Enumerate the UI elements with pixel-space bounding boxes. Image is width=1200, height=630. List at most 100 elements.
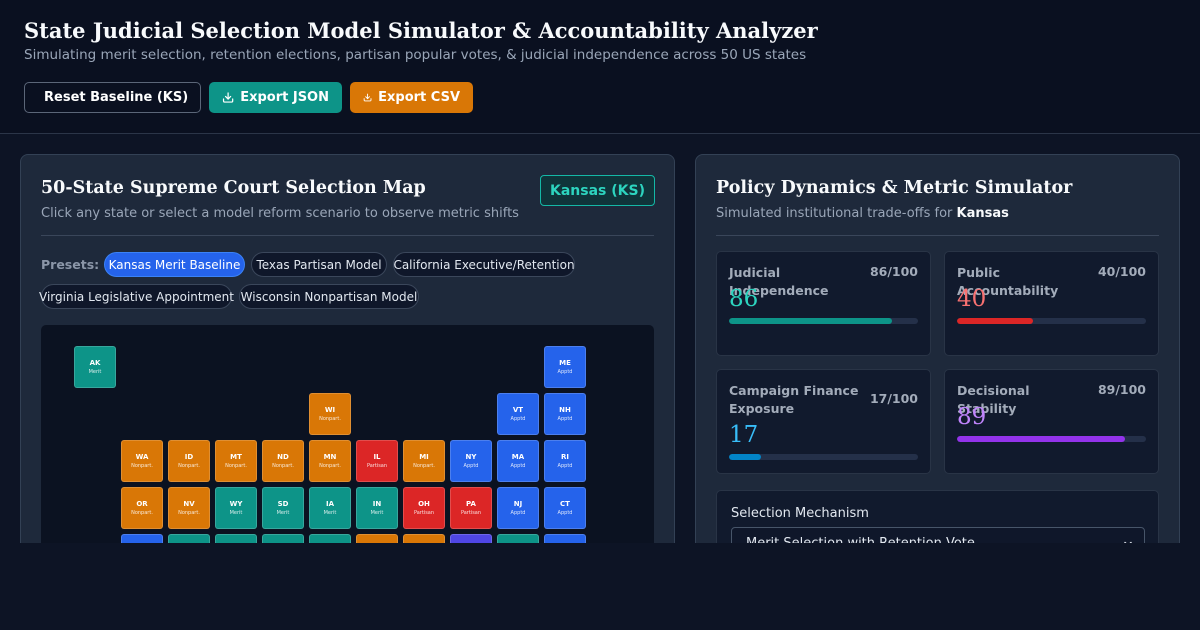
divider: [716, 235, 1159, 236]
state-tile[interactable]: MN Nonpart.: [309, 440, 351, 482]
state-tile[interactable]: PA Partisan: [450, 487, 492, 529]
state-model: Apptd: [510, 415, 526, 422]
state-abbr: ND: [277, 452, 289, 461]
state-model: Merit: [323, 509, 337, 516]
state-tile[interactable]: CT Apptd: [544, 487, 586, 529]
subtitle-state-name: Kansas: [956, 206, 1009, 221]
download-icon: [363, 93, 372, 102]
state-model: Nonpart.: [131, 509, 153, 516]
state-model: Merit: [88, 368, 102, 375]
state-tile[interactable]: MT Nonpart.: [215, 440, 257, 482]
selection-mechanism-label: Selection Mechanism: [731, 506, 869, 521]
state-abbr: IL: [373, 452, 381, 461]
state-model: Partisan: [460, 509, 482, 516]
state-abbr: CT: [560, 499, 570, 508]
state-tile[interactable]: NJ Apptd: [497, 487, 539, 529]
state-model: Apptd: [557, 415, 573, 422]
metric-value: 89: [957, 404, 987, 430]
state-abbr: WY: [229, 499, 243, 508]
state-tile[interactable]: SD Merit: [262, 487, 304, 529]
state-abbr: OH: [418, 499, 430, 508]
state-tile[interactable]: MI Nonpart.: [403, 440, 445, 482]
state-abbr: RI: [561, 452, 569, 461]
preset-chip[interactable]: Wisconsin Nonpartisan Model: [239, 284, 419, 309]
state-tile[interactable]: NY Apptd: [450, 440, 492, 482]
state-tile[interactable]: OH Partisan: [403, 487, 445, 529]
state-tile[interactable]: RI Apptd: [544, 440, 586, 482]
state-model: Partisan: [413, 509, 435, 516]
export-csv-button[interactable]: Export CSV: [350, 82, 473, 113]
state-tile[interactable]: IN Merit: [356, 487, 398, 529]
state-model: Nonpart.: [319, 415, 341, 422]
metric-progress-fill: [957, 436, 1126, 442]
state-abbr: IN: [372, 499, 382, 508]
preset-chip[interactable]: Texas Partisan Model: [251, 252, 387, 277]
state-model: Merit: [229, 509, 243, 516]
metric-card: Campaign Finance Exposure 17/100 17: [716, 369, 931, 474]
preset-chip[interactable]: California Executive/Retention: [393, 252, 575, 277]
state-tile[interactable]: NH Apptd: [544, 393, 586, 435]
metric-card: Judicial Independence 86/100 86: [716, 251, 931, 356]
state-model: Nonpart.: [131, 462, 153, 469]
export-json-label: Export JSON: [240, 90, 329, 105]
state-tile[interactable]: AK Merit: [74, 346, 116, 388]
export-csv-label: Export CSV: [378, 90, 460, 105]
metric-progress-bar: [957, 436, 1146, 442]
state-tile[interactable]: ND Nonpart.: [262, 440, 304, 482]
metric-card: Public Accountability 40/100 40: [944, 251, 1159, 356]
download-icon: [222, 92, 234, 103]
metric-value: 86: [729, 286, 759, 312]
metric-progress-fill: [957, 318, 1033, 324]
state-tile[interactable]: IL Partisan: [356, 440, 398, 482]
map-panel-title: 50-State Supreme Court Selection Map: [41, 178, 426, 198]
state-model: Nonpart.: [178, 462, 200, 469]
metric-score: 17/100: [869, 391, 918, 406]
metric-progress-bar: [729, 318, 918, 324]
state-model: Nonpart.: [319, 462, 341, 469]
presets-label: Presets:: [41, 257, 100, 272]
state-model: Nonpart.: [178, 509, 200, 516]
state-abbr: NJ: [513, 499, 523, 508]
state-tile-map: AK Merit ME Apptd WI Nonpart. VT Apptd NH Apptd WA…: [41, 325, 654, 553]
state-tile[interactable]: ID Nonpart.: [168, 440, 210, 482]
export-json-button[interactable]: Export JSON: [209, 82, 342, 113]
page-subtitle: Simulating merit selection, retention el…: [24, 47, 807, 63]
state-tile[interactable]: IA Merit: [309, 487, 351, 529]
state-model: Apptd: [557, 509, 573, 516]
reset-baseline-button[interactable]: Reset Baseline (KS): [24, 82, 201, 113]
state-model: Apptd: [510, 462, 526, 469]
state-abbr: NV: [183, 499, 195, 508]
metric-value: 40: [957, 286, 987, 312]
state-tile[interactable]: WY Merit: [215, 487, 257, 529]
metric-score: 89/100: [1097, 382, 1146, 397]
divider: [41, 235, 654, 236]
map-panel-subtitle: Click any state or select a model reform…: [41, 206, 519, 221]
selected-state-badge: Kansas (KS): [540, 175, 655, 206]
state-tile[interactable]: OR Nonpart.: [121, 487, 163, 529]
subtitle-prefix: Simulated institutional trade-offs for: [716, 206, 953, 221]
state-tile[interactable]: MA Apptd: [497, 440, 539, 482]
state-model: Nonpart.: [413, 462, 435, 469]
state-abbr: SD: [277, 499, 289, 508]
state-abbr: MN: [323, 452, 337, 461]
metric-value: 17: [729, 422, 759, 448]
state-model: Nonpart.: [272, 462, 294, 469]
state-tile[interactable]: ME Apptd: [544, 346, 586, 388]
metric-simulator-panel: Policy Dynamics & Metric Simulator Simul…: [695, 154, 1180, 554]
state-model: Merit: [276, 509, 290, 516]
state-tile[interactable]: NV Nonpart.: [168, 487, 210, 529]
state-abbr: MA: [511, 452, 525, 461]
preset-chip[interactable]: Virginia Legislative Appointment: [39, 284, 234, 309]
state-tile[interactable]: WA Nonpart.: [121, 440, 163, 482]
state-model: Nonpart.: [225, 462, 247, 469]
preset-chip[interactable]: Kansas Merit Baseline: [104, 252, 245, 277]
state-abbr: NY: [465, 452, 477, 461]
state-model: Apptd: [463, 462, 479, 469]
state-tile[interactable]: VT Apptd: [497, 393, 539, 435]
state-abbr: VT: [512, 405, 524, 414]
page-background: [0, 543, 1200, 630]
state-tile[interactable]: WI Nonpart.: [309, 393, 351, 435]
state-abbr: OR: [136, 499, 148, 508]
reset-baseline-label: Reset Baseline (KS): [44, 90, 189, 105]
state-abbr: NH: [559, 405, 571, 414]
